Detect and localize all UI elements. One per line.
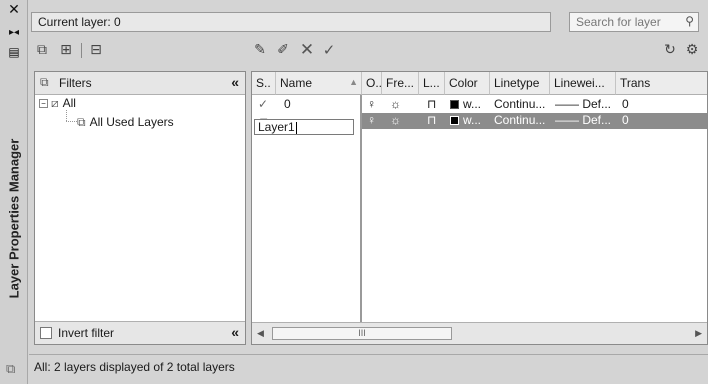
column-header-lineweight[interactable]: Linewei... bbox=[550, 72, 616, 95]
lightbulb-icon[interactable]: ♀ bbox=[365, 97, 381, 113]
refresh-icon[interactable]: ↻ bbox=[660, 40, 680, 60]
row-linetype[interactable]: Continu... bbox=[492, 97, 548, 113]
column-header-lock[interactable]: L... bbox=[419, 72, 445, 95]
frozen-column-separator bbox=[360, 95, 362, 322]
toolbar-separator bbox=[81, 43, 82, 58]
row-linetype[interactable]: Continu... bbox=[492, 113, 548, 129]
tree-expander[interactable]: − bbox=[39, 99, 48, 108]
row-status-current-icon: ✓ bbox=[258, 97, 269, 111]
tree-item-all[interactable]: ⧄ All bbox=[51, 96, 76, 112]
new-property-filter-icon[interactable]: ⧉ bbox=[32, 40, 52, 60]
column-header-color[interactable]: Color bbox=[445, 72, 490, 95]
layers-grid: S.. Name ▲ O.. Fre... L... Color Linetype… bbox=[251, 71, 708, 345]
search-icon[interactable]: ⚲ bbox=[685, 14, 694, 28]
settings-icon[interactable]: ⚙ bbox=[682, 40, 702, 60]
toolbar: ⧉ ⊞ ⊟ ✎ ✐ ✕ ✓ ↻ ⚙ bbox=[29, 38, 708, 64]
properties-icon[interactable]: ▤ bbox=[6, 45, 22, 59]
invert-filter-checkbox[interactable] bbox=[40, 327, 52, 339]
new-group-filter-icon[interactable]: ⊞ bbox=[56, 40, 76, 60]
filters-panel: ⧉ Filters « − ⧄ All ⧉ All Used Layers Inve… bbox=[34, 71, 246, 345]
filters-header: ⧉ Filters « bbox=[35, 72, 245, 95]
current-layer-label: Current layer: 0 bbox=[31, 12, 551, 32]
unlock-icon[interactable]: ⊓ bbox=[425, 97, 441, 113]
unlock-icon[interactable]: ⊓ bbox=[425, 113, 441, 129]
layer-manager-main: Current layer: 0 Search for layer ⚲ ⧉ ⊞ … bbox=[29, 0, 708, 384]
new-layer-vp-frozen-icon[interactable]: ✐ bbox=[273, 40, 293, 60]
tree-connector bbox=[66, 110, 67, 121]
column-header-status[interactable]: S.. bbox=[252, 72, 276, 95]
lightbulb-icon[interactable]: ♀ bbox=[365, 113, 381, 129]
status-bar: All: 2 layers displayed of 2 total layer… bbox=[29, 354, 708, 378]
column-header-transparency[interactable]: Trans bbox=[616, 72, 707, 95]
sun-icon[interactable]: ☼ bbox=[388, 97, 404, 113]
top-row: Current layer: 0 Search for layer ⚲ bbox=[29, 10, 708, 32]
invert-filter-label: Invert filter bbox=[58, 326, 115, 340]
row-transparency[interactable]: 0 bbox=[620, 113, 660, 129]
column-header-freeze[interactable]: Fre... bbox=[382, 72, 419, 95]
row-color[interactable]: w... bbox=[448, 113, 488, 129]
filters-footer: Invert filter « bbox=[35, 321, 245, 344]
column-header-linetype[interactable]: Linetype bbox=[490, 72, 550, 95]
filter-icon: ⧉ bbox=[40, 75, 49, 89]
autohide-icon[interactable]: ▸◂ bbox=[6, 25, 22, 39]
search-placeholder: Search for layer bbox=[576, 15, 661, 29]
scroll-thumb[interactable]: III bbox=[272, 327, 452, 340]
palette-title: Layer Properties Manager bbox=[6, 138, 22, 298]
collapse-filters-button[interactable]: « bbox=[231, 74, 239, 90]
horizontal-scrollbar[interactable]: ◀ III ▶ bbox=[252, 322, 707, 344]
row-name-edit-field[interactable]: Layer1 bbox=[254, 119, 354, 135]
tree-item-all-used-layers[interactable]: ⧉ All Used Layers bbox=[77, 115, 174, 131]
new-layer-icon[interactable]: ✎ bbox=[250, 40, 270, 60]
row-transparency[interactable]: 0 bbox=[620, 97, 660, 113]
color-swatch bbox=[450, 116, 459, 125]
text-caret bbox=[295, 121, 297, 134]
sun-icon[interactable]: ☼ bbox=[388, 113, 404, 129]
palette-bottom-icon: ⧉ bbox=[6, 362, 16, 377]
row-lineweight[interactable]: —— Def... bbox=[553, 97, 613, 113]
used-layers-filter-icon: ⧉ bbox=[77, 115, 86, 129]
tree-connector bbox=[66, 121, 77, 122]
row-color[interactable]: w... bbox=[448, 97, 488, 113]
palette-title-bar: ✕ ▸◂ ▤ Layer Properties Manager bbox=[0, 0, 28, 384]
filters-label: Filters bbox=[59, 76, 92, 90]
delete-layer-icon[interactable]: ✕ bbox=[297, 40, 317, 60]
row-name[interactable]: 0 bbox=[282, 97, 352, 113]
scroll-right-icon[interactable]: ▶ bbox=[695, 328, 702, 339]
close-icon[interactable]: ✕ bbox=[6, 2, 22, 18]
layer-states-manager-icon[interactable]: ⊟ bbox=[86, 40, 106, 60]
column-header-on[interactable]: O.. bbox=[362, 72, 382, 95]
scroll-left-icon[interactable]: ◀ bbox=[257, 328, 264, 339]
row-lineweight[interactable]: —— Def... bbox=[553, 113, 613, 129]
column-header-name[interactable]: Name ▲ bbox=[276, 72, 362, 95]
collapse-filters-button-bottom[interactable]: « bbox=[231, 324, 239, 340]
set-current-icon[interactable]: ✓ bbox=[319, 40, 339, 60]
search-input[interactable]: Search for layer ⚲ bbox=[569, 12, 699, 32]
sort-ascending-icon: ▲ bbox=[349, 77, 358, 87]
color-swatch bbox=[450, 100, 459, 109]
all-filter-icon: ⧄ bbox=[51, 96, 59, 110]
